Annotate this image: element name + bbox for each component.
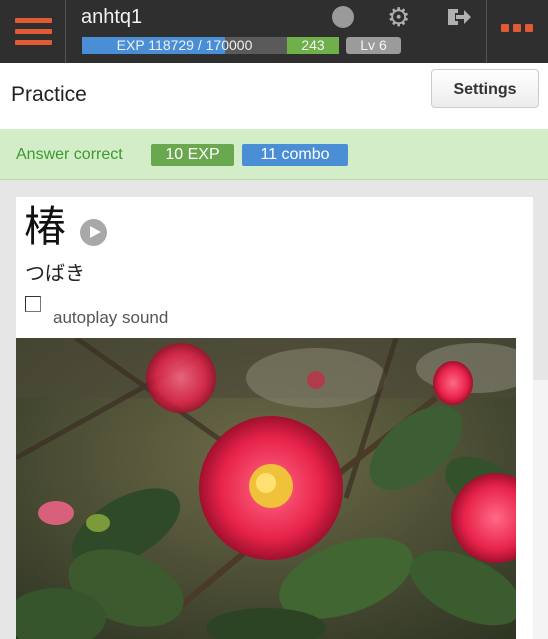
menu-icon-bar (15, 29, 52, 34)
menu-button[interactable] (0, 0, 66, 63)
status-dot-icon (332, 6, 354, 28)
more-icon-dot (525, 24, 533, 32)
page-header: Practice Settings (0, 63, 548, 129)
alert-text: Answer correct (16, 146, 123, 163)
kanji-word: 椿 (24, 202, 67, 251)
page-title: Practice (11, 83, 87, 106)
menu-icon-bar (15, 40, 52, 45)
answer-alert: Answer correct 10 EXP 11 combo (0, 129, 548, 180)
camellia-photo (16, 338, 516, 639)
gear-icon[interactable]: ⚙ (387, 3, 410, 31)
vocab-card: 椿 つばき autoplay sound (16, 197, 533, 639)
score-badge: 243 (287, 37, 339, 54)
combo-badge: 11 combo (242, 144, 348, 166)
kana-reading: つばき (25, 261, 85, 285)
exp-gain-badge: 10 EXP (151, 144, 234, 166)
more-button[interactable] (487, 0, 548, 63)
top-navbar: anhtq1 ⚙ EXP 118729 / 170000 243 Lv 6 (0, 0, 548, 63)
level-badge: Lv 6 (346, 37, 401, 54)
more-icon-dot (501, 24, 509, 32)
exp-text: EXP 118729 / 170000 (116, 37, 253, 53)
logout-icon[interactable] (446, 6, 472, 28)
more-icon-dot (513, 24, 521, 32)
autoplay-checkbox[interactable] (25, 296, 41, 312)
play-sound-icon[interactable] (80, 219, 107, 246)
username: anhtq1 (81, 6, 143, 28)
settings-button[interactable]: Settings (431, 69, 539, 108)
exp-progress-bar: EXP 118729 / 170000 (82, 37, 287, 54)
autoplay-label: autoplay sound (53, 308, 169, 327)
menu-icon-bar (15, 18, 52, 23)
